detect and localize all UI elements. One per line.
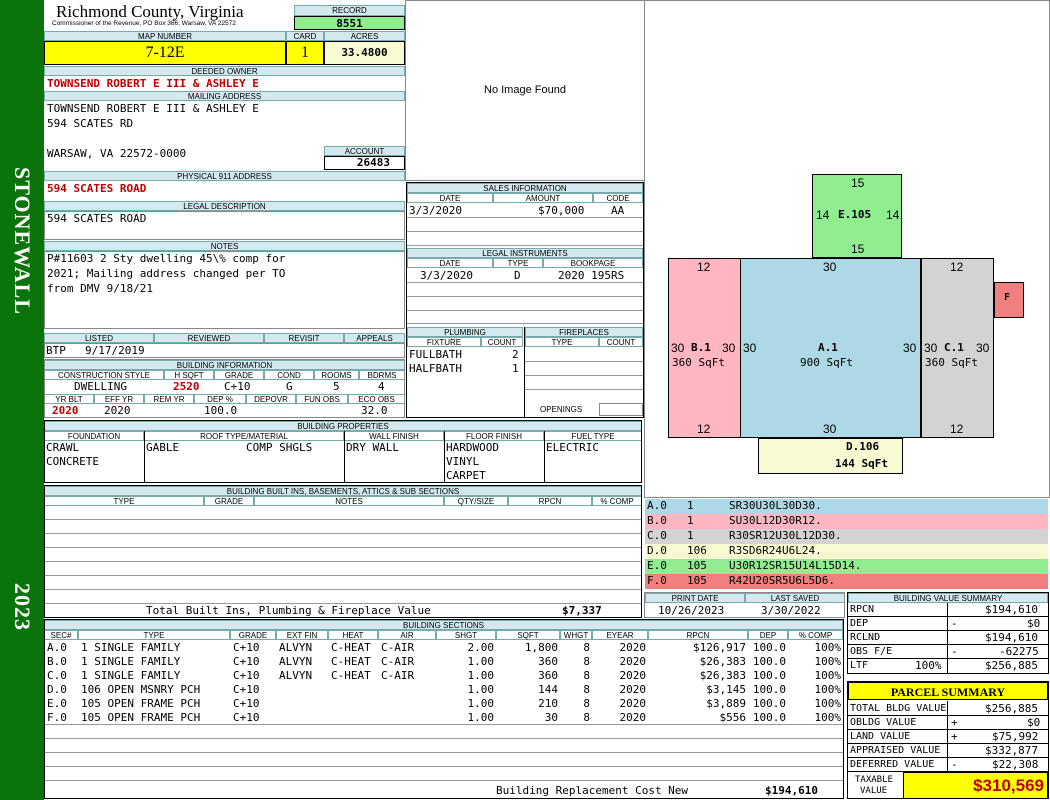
c-dim-right: 30 — [976, 341, 990, 355]
c-dim-left: 30 — [924, 341, 938, 355]
a-area: 900 SqFt — [800, 356, 853, 369]
code-code: R30SR12U30L12D30. — [729, 529, 842, 542]
a-dim-bot: 30 — [823, 422, 837, 436]
code-num: 105 — [687, 574, 707, 587]
c-dim-bot: 12 — [950, 422, 964, 436]
code-code: SR30U30L30D30. — [729, 499, 822, 512]
a-dim-top: 30 — [823, 260, 837, 274]
deeded-owner: TOWNSEND ROBERT E III & ASHLEY E — [47, 77, 259, 90]
notes-box — [44, 251, 405, 329]
d-area: 144 SqFt — [835, 457, 888, 470]
b-area: 360 SqFt — [672, 356, 725, 369]
district-name: STONEWALL — [10, 167, 35, 315]
a-dim-right: 30 — [903, 341, 917, 355]
record-label: RECORD — [294, 5, 405, 16]
mailing-line-1: TOWNSEND ROBERT E III & ASHLEY E — [47, 102, 259, 115]
physical-address-label: PHYSICAL 911 ADDRESS — [44, 171, 405, 181]
district-sidebar: STONEWALL 2023 — [0, 0, 44, 800]
a-dim-left: 30 — [743, 341, 757, 355]
code-num: 1 — [687, 499, 694, 512]
code-code: U30R12SR15U14L15D14. — [729, 559, 862, 572]
code-sec: E.0 — [647, 559, 667, 572]
e-dim-left: 14 — [816, 208, 830, 222]
f-label: F — [1004, 292, 1011, 303]
e-dim-right: 14 — [886, 208, 900, 222]
tax-year: 2023 — [10, 583, 35, 631]
b-dim-left: 30 — [671, 341, 685, 355]
e-dim-bot: 15 — [851, 242, 865, 256]
account-label: ACCOUNT — [324, 146, 405, 156]
physical-address: 594 SCATES ROAD — [47, 182, 147, 195]
code-row: E.0 105 U30R12SR15U14L15D14. — [645, 559, 1048, 574]
b-dim-right: 30 — [722, 341, 736, 355]
e-label: E.105 — [838, 208, 872, 221]
record-value: 8551 — [294, 16, 405, 30]
code-sec: D.0 — [647, 544, 667, 557]
acres-value: 33.4800 — [324, 41, 405, 65]
code-num: 105 — [687, 559, 707, 572]
b-dim-bot: 12 — [697, 422, 711, 436]
code-row: D.0 106 R3SD6R24U6L24. — [645, 544, 1048, 559]
c-area: 360 SqFt — [925, 356, 978, 369]
listed-label: LISTED — [44, 333, 154, 343]
legal-description-label: LEGAL DESCRIPTION — [44, 201, 405, 211]
card-label: CARD — [286, 31, 324, 41]
a-label: A.1 — [818, 341, 838, 354]
account-number: 26483 — [324, 156, 405, 170]
code-sec: F.0 — [647, 574, 667, 587]
appeals-label: APPEALS — [344, 333, 405, 343]
b-label: B.1 — [691, 341, 711, 354]
code-sec: C.0 — [647, 529, 667, 542]
code-row: A.0 1 SR30U30L30D30. — [645, 499, 1048, 514]
d-label: D.106 — [846, 440, 880, 453]
revisit-label: REVISIT — [264, 333, 344, 343]
code-code: R42U20SR5U6L5D6. — [729, 574, 835, 587]
c-label: C.1 — [944, 341, 964, 354]
code-sec: A.0 — [647, 499, 667, 512]
code-code: R3SD6R24U6L24. — [729, 544, 822, 557]
code-row: B.0 1 SU30L12D30R12. — [645, 514, 1048, 529]
mailing-line-3: WARSAW, VA 22572-0000 — [47, 147, 187, 160]
code-code: SU30L12D30R12. — [729, 514, 822, 527]
map-number-label: MAP NUMBER — [44, 31, 286, 41]
code-row: C.0 1 R30SR12U30L12D30. — [645, 529, 1048, 544]
county-title: Richmond County, Virginia — [56, 2, 244, 21]
mailing-address-label: MAILING ADDRESS — [44, 91, 405, 101]
no-image-text: No Image Found — [484, 84, 566, 96]
reviewed-label: REVIEWED — [154, 333, 264, 343]
legal-box — [44, 211, 405, 240]
acres-label: ACRES — [324, 31, 405, 41]
notes-label: NOTES — [44, 241, 405, 251]
deeded-owner-label: DEEDED OWNER — [44, 66, 405, 76]
e-dim-top: 15 — [851, 176, 865, 190]
county-subtitle: Commissioner of the Revenue, PO Box 366,… — [52, 20, 236, 27]
mailing-line-2: 594 SCATES RD — [47, 117, 134, 130]
card-number: 1 — [286, 41, 324, 65]
code-num: 106 — [687, 544, 707, 557]
map-number: 7-12E — [44, 41, 286, 65]
code-num: 1 — [687, 514, 694, 527]
c-dim-top: 12 — [950, 260, 964, 274]
b-dim-top: 12 — [697, 260, 711, 274]
code-row: F.0 105 R42U20SR5U6L5D6. — [645, 574, 1048, 589]
code-num: 1 — [687, 529, 694, 542]
code-sec: B.0 — [647, 514, 667, 527]
